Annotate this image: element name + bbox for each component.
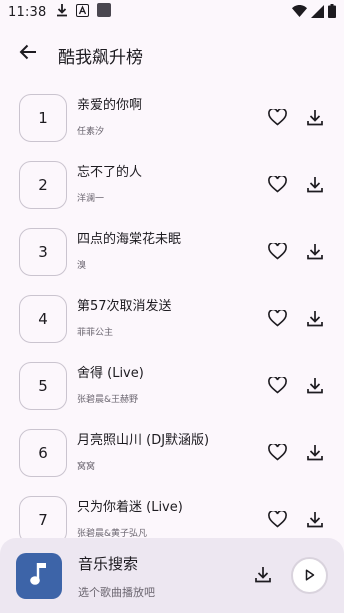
back-button[interactable]	[12, 38, 44, 70]
play-icon	[305, 566, 315, 585]
download-icon	[307, 377, 323, 398]
status-time: 11:38	[8, 4, 47, 20]
song-row[interactable]: 4 第57次取消发送 菲菲公主	[0, 285, 344, 352]
song-row[interactable]: 2 忘不了的人 洋澜一	[0, 151, 344, 218]
download-button[interactable]	[303, 509, 327, 533]
arrow-back-icon	[19, 44, 37, 64]
favorite-button[interactable]	[265, 241, 289, 265]
download-button[interactable]	[303, 174, 327, 198]
song-artist: 任素汐	[77, 127, 105, 137]
favorite-button[interactable]	[265, 442, 289, 466]
rank-number: 2	[19, 161, 67, 209]
song-title: 忘不了的人	[77, 165, 143, 180]
mini-player[interactable]: 音乐搜索 选个歌曲播放吧	[0, 538, 344, 613]
download-icon	[56, 3, 68, 21]
favorite-button[interactable]	[265, 308, 289, 332]
song-artist: 洋澜一	[77, 194, 105, 204]
music-note-icon	[30, 561, 48, 591]
download-button[interactable]	[303, 375, 327, 399]
wifi-icon	[292, 5, 307, 21]
player-title: 音乐搜索	[78, 555, 139, 573]
song-artist: 张碧晨&王赫野	[77, 395, 139, 405]
app-bar: 酷我飙升榜	[0, 28, 344, 80]
song-title: 月亮照山川 (DJ默涵版)	[77, 433, 210, 448]
heart-icon	[267, 509, 287, 532]
download-button[interactable]	[303, 241, 327, 265]
favorite-button[interactable]	[265, 509, 289, 533]
favorite-button[interactable]	[265, 107, 289, 131]
song-row[interactable]: 3 四点的海棠花未眠 溴	[0, 218, 344, 285]
song-artist: 张碧晨&黄子弘凡	[77, 529, 148, 538]
heart-icon	[267, 442, 287, 465]
rank-number: 4	[19, 295, 67, 343]
download-icon	[307, 511, 323, 532]
rank-number: 3	[19, 228, 67, 276]
player-download-button[interactable]	[251, 564, 275, 588]
favorite-button[interactable]	[265, 174, 289, 198]
status-bar: 11:38	[0, 0, 344, 24]
download-button[interactable]	[303, 308, 327, 332]
download-icon	[307, 109, 323, 130]
song-title: 亲爱的你啊	[77, 98, 143, 113]
song-title: 舍得 (Live)	[77, 366, 144, 381]
download-icon	[255, 566, 271, 587]
player-subtitle: 选个歌曲播放吧	[78, 586, 155, 599]
song-list[interactable]: 1 亲爱的你啊 任素汐 2 忘不了的人 洋澜一 3 四点的海棠花未眠 溴 4 第…	[0, 84, 344, 538]
battery-icon	[328, 4, 336, 22]
download-icon	[307, 444, 323, 465]
song-row[interactable]: 1 亲爱的你啊 任素汐	[0, 84, 344, 151]
heart-icon	[267, 241, 287, 264]
album-cover[interactable]	[16, 553, 62, 599]
heart-icon	[267, 375, 287, 398]
song-artist: 溴	[77, 261, 87, 271]
heart-icon	[267, 308, 287, 331]
download-button[interactable]	[303, 442, 327, 466]
song-artist: 窝窝	[77, 462, 96, 472]
heart-icon	[267, 107, 287, 130]
app-square-icon	[97, 3, 112, 21]
rank-number: 1	[19, 94, 67, 142]
song-row[interactable]: 6 月亮照山川 (DJ默涵版) 窝窝	[0, 419, 344, 486]
play-button[interactable]	[291, 557, 328, 594]
heart-icon	[267, 174, 287, 197]
status-icons-left	[56, 3, 112, 21]
song-title: 第57次取消发送	[77, 299, 172, 314]
download-button[interactable]	[303, 107, 327, 131]
favorite-button[interactable]	[265, 375, 289, 399]
font-a-icon	[76, 3, 90, 21]
status-icons-right	[292, 4, 336, 22]
download-icon	[307, 310, 323, 331]
rank-number: 6	[19, 429, 67, 477]
rank-number: 5	[19, 362, 67, 410]
song-artist: 菲菲公主	[77, 328, 114, 338]
rank-number: 7	[19, 496, 67, 538]
page-title: 酷我飙升榜	[58, 48, 143, 68]
download-icon	[307, 176, 323, 197]
song-row[interactable]: 7 只为你着迷 (Live) 张碧晨&黄子弘凡	[0, 486, 344, 538]
song-title: 只为你着迷 (Live)	[77, 500, 183, 515]
song-row[interactable]: 5 舍得 (Live) 张碧晨&王赫野	[0, 352, 344, 419]
signal-icon	[311, 4, 324, 22]
song-title: 四点的海棠花未眠	[77, 232, 182, 247]
download-icon	[307, 243, 323, 264]
